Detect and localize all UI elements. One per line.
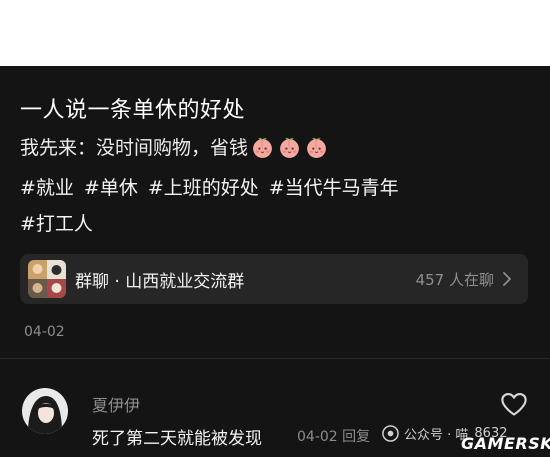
group-avatar-icon bbox=[28, 260, 66, 298]
watermark-account: 公众号 · 喵 bbox=[404, 427, 469, 443]
top-blank-area bbox=[0, 0, 550, 66]
group-member-count: 457 人在聊 bbox=[415, 271, 494, 289]
post-date: 04-02 bbox=[24, 324, 65, 340]
group-chat-card[interactable]: 群聊 · 山西就业交流群 457 人在聊 bbox=[20, 254, 528, 304]
comment-meta[interactable]: 04-02 回复 bbox=[297, 426, 370, 446]
heart-like-icon[interactable] bbox=[500, 391, 528, 417]
commenter-avatar[interactable] bbox=[22, 388, 68, 434]
divider bbox=[0, 358, 550, 359]
hashtag-link[interactable]: #就业 bbox=[20, 177, 74, 199]
hashtag-link[interactable]: #打工人 bbox=[20, 213, 93, 235]
peach-face-emoji-icon bbox=[253, 137, 272, 158]
group-chat-label: 群聊 · 山西就业交流群 bbox=[75, 271, 245, 292]
post-title: 一人说一条单休的好处 bbox=[20, 98, 246, 123]
commenter-username[interactable]: 夏伊伊 bbox=[92, 392, 140, 416]
comment-text: 死了第二天就能被发现 bbox=[92, 429, 262, 449]
wechat-account-icon bbox=[382, 424, 399, 442]
peach-face-emoji-icon bbox=[280, 137, 299, 158]
post-body: 我先来：没时间购物，省钱 bbox=[20, 133, 329, 160]
peach-face-emoji-icon bbox=[307, 137, 326, 158]
hashtag-list: #就业 #单休 #上班的好处 #当代牛马青年 #打工人 bbox=[20, 170, 540, 242]
post-body-text: 我先来：没时间购物，省钱 bbox=[20, 137, 249, 159]
hashtag-link[interactable]: #单休 bbox=[84, 177, 138, 199]
gamersky-logo: GAMERSKY bbox=[461, 434, 550, 453]
hashtag-link[interactable]: #上班的好处 bbox=[148, 177, 259, 199]
hashtag-link[interactable]: #当代牛马青年 bbox=[269, 177, 399, 199]
chevron-right-icon bbox=[503, 272, 511, 286]
